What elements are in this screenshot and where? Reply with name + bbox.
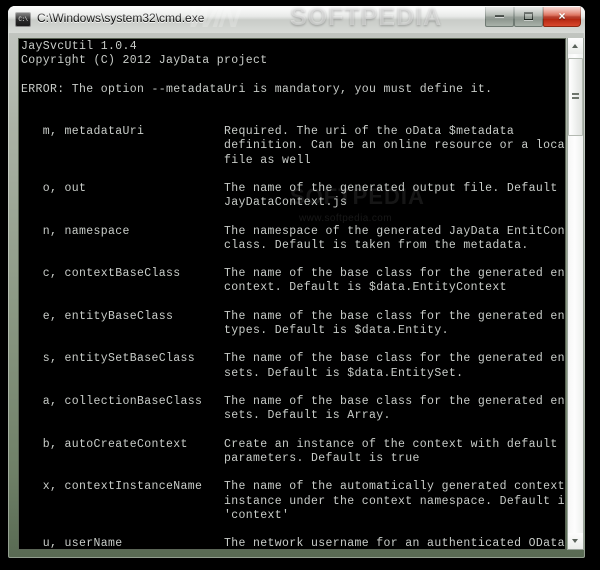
- scroll-up-icon[interactable]: [568, 38, 583, 54]
- grip-icon: [572, 93, 579, 101]
- window-title: C:\Windows\system32\cmd.exe: [37, 11, 205, 25]
- triangle-up-icon: [572, 44, 578, 48]
- console-client-area[interactable]: JaySvcUtil 1.0.4 Copyright (C) 2012 JayD…: [18, 38, 566, 550]
- window-titlebar[interactable]: C:\ C:\Windows\system32\cmd.exe ×: [8, 6, 585, 33]
- maximize-button[interactable]: [514, 7, 543, 27]
- desktop-background: C:\ C:\Windows\system32\cmd.exe × JaySvc…: [0, 0, 600, 570]
- maximize-icon: [524, 12, 533, 21]
- vertical-scrollbar[interactable]: [567, 38, 584, 550]
- scroll-down-icon[interactable]: [568, 533, 583, 549]
- minimize-icon: [495, 15, 504, 18]
- triangle-down-icon: [572, 539, 578, 543]
- cmd-icon: C:\: [15, 12, 31, 27]
- close-button[interactable]: ×: [543, 7, 581, 27]
- cmd-window: C:\ C:\Windows\system32\cmd.exe × JaySvc…: [8, 6, 585, 558]
- minimize-button[interactable]: [485, 7, 514, 27]
- scrollbar-thumb[interactable]: [568, 58, 583, 136]
- console-output-text: JaySvcUtil 1.0.4 Copyright (C) 2012 JayD…: [21, 40, 565, 550]
